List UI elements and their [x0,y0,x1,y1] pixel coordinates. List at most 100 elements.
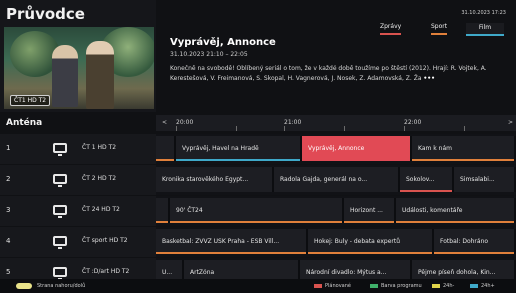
program-cell[interactable]: Simsalabi... [454,167,516,192]
channel-cell[interactable]: 1 ČT 1 HD T2 [0,134,156,164]
time-label-2000: 20:00 [176,119,194,126]
program-title: U... [162,269,173,276]
program-color-bar [412,159,514,161]
time-tick [464,126,465,131]
program-cell[interactable]: Fotbal: Dohráno [434,229,516,254]
more-icon[interactable]: ••• [423,75,435,82]
program-title: Horizont ... [350,207,383,214]
channel-row: 1 ČT 1 HD T2 Vyprávěj, Havel na Hradě Vy… [0,134,516,164]
yellow-button-icon [16,283,32,289]
tv-icon [53,174,67,187]
channel-number: 5 [6,268,11,276]
program-title: Fotbal: Dohráno [440,238,489,245]
24h-minus-swatch-icon [432,284,440,288]
program-title: Simsalabi... [460,176,495,183]
program-strip: Kronika starověkého Egypt... Radola Gajd… [156,165,516,195]
program-cell[interactable]: Sokolov... [400,167,454,192]
program-title: Pějme píseň dohola, Kin... [418,269,496,276]
channel-row: 3 ČT 24 HD T2 90' ČT24 Horizont ... Udál… [0,196,516,226]
channel-number: 3 [6,206,11,214]
program-title: Národní divadlo: Mýtus a... [306,269,387,276]
channel-row: 4 ČT sport HD T2 Basketbal: ZVVZ USK Pra… [0,227,516,257]
time-tick [284,126,285,131]
filter-film-button[interactable]: Film [466,23,504,36]
program-title: Radola Gajda, generál na o... [280,176,368,183]
program-color-bar [344,221,394,223]
legend-barva-programu: Barva programu [381,283,422,289]
legend-planovane: Plánované [325,283,351,289]
timeline-bar: < 20:00 21:00 22:00 > [156,115,516,131]
channel-number: 1 [6,144,11,152]
program-strip: Vyprávěj, Havel na Hradě Vyprávěj, Annon… [156,134,516,164]
program-cell[interactable]: Basketbal: ZVVZ USK Praha - ESB Vill... [156,229,308,254]
program-cell-selected[interactable]: Vyprávěj, Annonce [302,136,412,161]
program-title: Vyprávěj, Annonce [308,145,365,152]
tv-icon [53,143,67,156]
program-color-swatch-icon [370,284,378,288]
program-title: Kam k nám [418,145,452,152]
program-title: 90' ČT24 [176,207,203,214]
filter-sport-button[interactable]: Sport [431,23,448,35]
legend-24h-minus: 24h- [443,283,455,289]
source-label: Anténa [6,118,43,128]
program-cell[interactable]: Kronika starověkého Egypt... [156,167,274,192]
program-cell[interactable]: Vyprávěj, Havel na Hradě [176,136,302,161]
channel-row: 2 ČT 2 HD T2 Kronika starověkého Egypt..… [0,165,516,195]
tv-guide-screen: Průvodce ČT1 HD T2 31.10.2023 17:23 Zprá… [0,0,516,293]
program-cell[interactable]: Události, komentáře [396,198,516,223]
channel-cell[interactable]: 3 ČT 24 HD T2 [0,196,156,226]
24h-plus-swatch-icon [470,284,478,288]
program-cell[interactable] [156,198,170,223]
program-cell[interactable]: Horizont ... [344,198,396,223]
channel-cell[interactable]: 2 ČT 2 HD T2 [0,165,156,195]
show-title: Vyprávěj, Annonce [170,37,276,48]
live-preview[interactable]: ČT1 HD T2 [4,27,154,109]
program-color-bar [176,159,300,161]
channel-name: ČT 24 HD T2 [82,206,120,213]
channel-badge: ČT1 HD T2 [10,95,51,106]
tv-icon [53,267,67,280]
channel-number: 2 [6,175,11,183]
channel-cell[interactable]: 4 ČT sport HD T2 [0,227,156,257]
preview-panel: Průvodce ČT1 HD T2 [0,0,156,112]
time-tick [236,126,237,131]
channel-name: ČT sport HD T2 [82,237,128,244]
program-cell[interactable]: Radola Gajda, generál na o... [274,167,400,192]
show-description-text: Konečně na svobodě! Oblíbený seriál o to… [170,65,487,82]
program-cell[interactable]: 90' ČT24 [170,198,344,223]
program-title: Události, komentáře [402,207,463,214]
epg-grid: Anténa < 20:00 21:00 22:00 > 1 ČT 1 HD T… [0,112,516,288]
program-title: Sokolov... [406,176,435,183]
program-cell[interactable]: Kam k nám [412,136,516,161]
program-strip: 90' ČT24 Horizont ... Události, komentář… [156,196,516,226]
program-color-bar [156,159,174,161]
tv-icon [53,205,67,218]
program-strip: Basketbal: ZVVZ USK Praha - ESB Vill... … [156,227,516,257]
program-cell[interactable]: Hokej: Buly - debata expertů [308,229,434,254]
channel-name: ČT 1 HD T2 [82,144,117,151]
program-color-bar [170,221,342,223]
clock: 31.10.2023 17:23 [461,10,506,16]
program-title: Hokej: Buly - debata expertů [314,238,401,245]
chevron-left-icon[interactable]: < [162,119,167,126]
planned-swatch-icon [314,284,322,288]
time-tick [344,126,345,131]
legend-24h-plus: 24h+ [481,283,495,289]
show-info-header: 31.10.2023 17:23 Zprávy Sport Film Vyprá… [156,0,516,112]
time-tick [176,126,177,131]
time-label-2100: 21:00 [284,119,302,126]
preview-person-left [52,45,78,107]
program-color-bar [396,221,514,223]
program-color-bar [308,252,432,254]
show-description: Konečně na svobodě! Oblíbený seriál o to… [170,64,512,84]
channel-number: 4 [6,237,11,245]
program-title: Vyprávěj, Havel na Hradě [182,145,259,152]
footer-hint: Strana nahoru/dolů [37,283,86,289]
program-cell[interactable] [156,136,176,161]
preview-person-right [86,41,114,109]
time-tick [404,126,405,131]
channel-name: ČT 2 HD T2 [82,175,117,182]
filter-zpravy-button[interactable]: Zprávy [380,23,402,35]
chevron-right-icon[interactable]: > [508,119,513,126]
program-title: ArtZóna [190,269,215,276]
